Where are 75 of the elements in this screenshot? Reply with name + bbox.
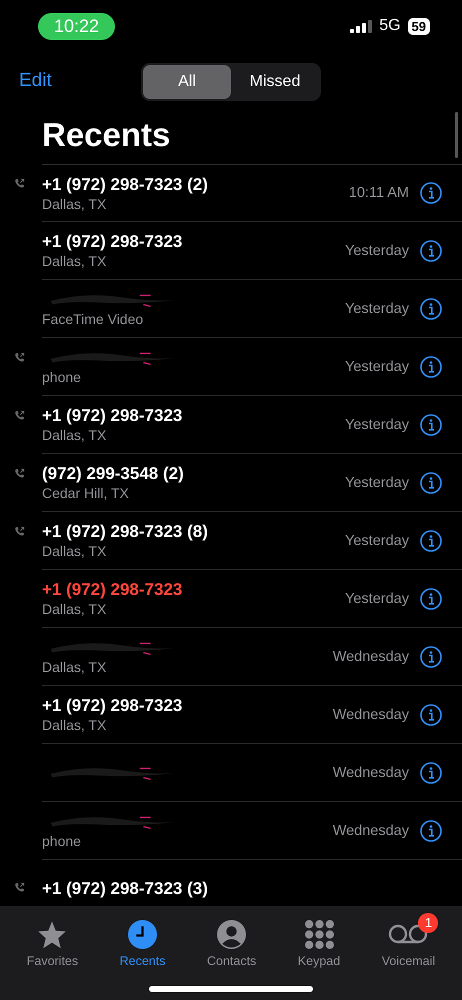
- call-time: Wednesday: [332, 822, 409, 838]
- segment-tab[interactable]: All: [143, 65, 231, 99]
- info-icon[interactable]: [420, 820, 442, 842]
- call-row[interactable]: +1 (972) 298-7323 Dallas, TX Yesterday: [0, 570, 462, 628]
- info-icon[interactable]: [420, 530, 442, 552]
- caller-name: +1 (972) 298-7323 (8): [42, 521, 208, 542]
- info-icon[interactable]: [420, 704, 442, 726]
- star-icon: [37, 920, 68, 948]
- call-row[interactable]: (972) 299-3548 (2) Cedar Hill, TX Yesterday: [0, 454, 462, 512]
- call-time: Yesterday: [345, 300, 409, 316]
- caller-name: +1 (972) 298-7323 (2): [42, 174, 208, 194]
- signal-icon: [350, 20, 372, 32]
- call-time: Yesterday: [345, 474, 409, 490]
- caller-name: +1 (972) 298-7323 (3): [42, 878, 208, 898]
- battery-level: 59: [408, 18, 430, 34]
- call-time: 10:11 AM: [348, 185, 409, 201]
- caller-location: FaceTime Video: [42, 310, 144, 328]
- caller-location: Dallas, TX: [42, 194, 106, 212]
- call-time: Yesterday: [345, 358, 409, 374]
- segment-tab[interactable]: Missed: [231, 65, 319, 99]
- call-time: Wednesday: [332, 764, 409, 780]
- call-row[interactable]: +1 (972) 298-7323 Dallas, TX Yesterday: [0, 396, 462, 454]
- caller-location: Dallas, TX: [42, 658, 106, 676]
- contact-icon: [217, 920, 246, 948]
- call-time: Yesterday: [345, 532, 409, 548]
- tab-bar-item[interactable]: Contacts: [194, 912, 268, 976]
- call-row[interactable]: Dallas, TX Wednesday: [0, 628, 462, 686]
- tab-bar-item[interactable]: Keypad: [286, 912, 352, 976]
- info-icon[interactable]: [420, 646, 442, 668]
- call-row[interactable]: FaceTime Video Yesterday: [0, 280, 462, 338]
- info-icon[interactable]: [420, 414, 442, 436]
- caller-location: Cedar Hill, TX: [42, 484, 129, 502]
- caller-name: (972) 299-3548 (2): [42, 463, 184, 484]
- call-time: Wednesday: [332, 706, 409, 722]
- edit-button[interactable]: Edit: [0, 70, 52, 92]
- caller-location: Dallas, TX: [42, 716, 106, 734]
- notification-badge: 1: [418, 913, 438, 933]
- call-time: Yesterday: [345, 416, 409, 432]
- info-icon[interactable]: [420, 356, 442, 378]
- tab-bar-item[interactable]: 1 Voicemail: [370, 912, 448, 976]
- call-row[interactable]: +1 (972) 298-7323 (2) Dallas, TX 10:11 AM: [0, 164, 462, 222]
- tab-bar-item[interactable]: Recents: [108, 912, 178, 976]
- call-row[interactable]: +1 (972) 298-7323 Dallas, TX Wednesday: [0, 686, 462, 744]
- info-icon[interactable]: [420, 240, 442, 262]
- caller-location: Dallas, TX: [42, 600, 106, 618]
- caller-location: phone: [42, 368, 81, 386]
- info-icon[interactable]: [420, 472, 442, 494]
- caller-location: phone: [42, 832, 81, 850]
- status-time: 10:22: [38, 12, 116, 40]
- network-label: 5G: [379, 17, 401, 35]
- call-row[interactable]: phone Yesterday: [0, 338, 462, 396]
- info-icon[interactable]: [420, 182, 442, 204]
- caller-location: Dallas, TX: [42, 542, 106, 560]
- caller-name: +1 (972) 298-7323: [42, 579, 182, 600]
- tab-bar-item[interactable]: Favorites: [14, 912, 90, 976]
- call-time: Yesterday: [345, 590, 409, 606]
- call-row[interactable]: phone Wednesday: [0, 802, 462, 860]
- caller-location: Dallas, TX: [42, 252, 106, 270]
- caller-name: +1 (972) 298-7323: [42, 695, 182, 716]
- caller-name: +1 (972) 298-7323: [42, 405, 182, 426]
- call-row[interactable]: +1 (972) 298-7323 (8) Dallas, TX Yesterday: [0, 512, 462, 570]
- clock-icon: [128, 920, 158, 948]
- call-time: Wednesday: [332, 648, 409, 664]
- info-icon[interactable]: [420, 298, 442, 320]
- caller-location: Dallas, TX: [42, 426, 106, 444]
- call-row[interactable]: +1 (972) 298-7323 (3): [0, 860, 462, 906]
- scroll-indicator: [455, 112, 458, 158]
- keypad-icon: [304, 920, 334, 948]
- info-icon[interactable]: [420, 762, 442, 784]
- call-time: Yesterday: [345, 242, 409, 258]
- call-row[interactable]: Wednesday: [0, 744, 462, 802]
- call-row[interactable]: +1 (972) 298-7323 Dallas, TX Yesterday: [0, 222, 462, 280]
- page-title: Recents: [42, 115, 170, 155]
- info-icon[interactable]: [420, 588, 442, 610]
- caller-name: +1 (972) 298-7323: [42, 231, 182, 252]
